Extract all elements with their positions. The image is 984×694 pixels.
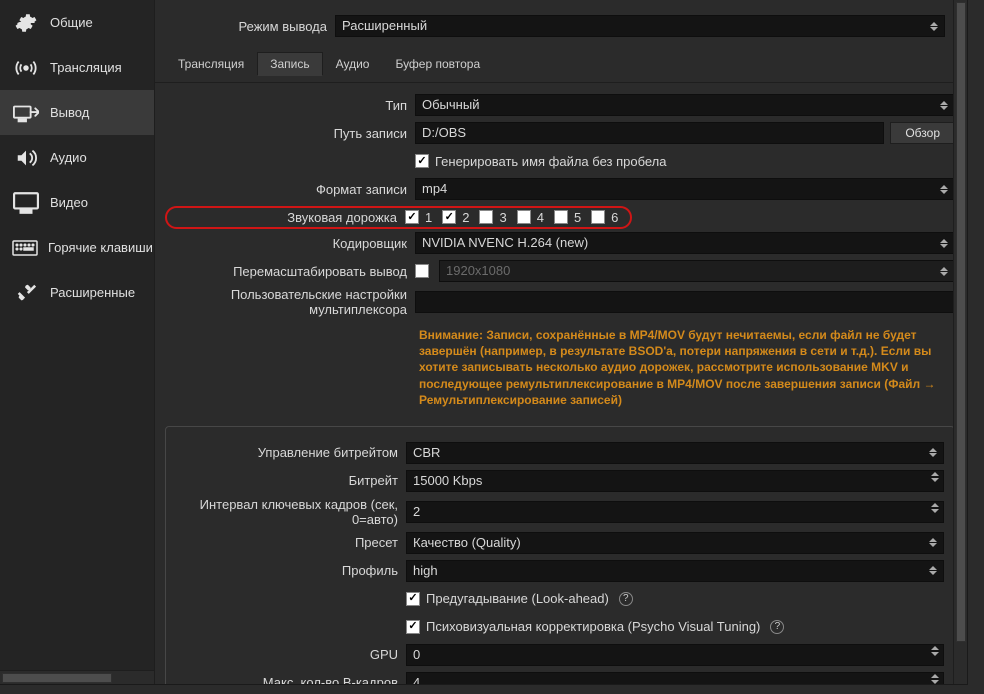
preset-select[interactable]: Качество (Quality) — [406, 532, 944, 554]
output-mode-select[interactable]: Расширенный — [335, 15, 945, 37]
stepper-buttons[interactable] — [929, 645, 941, 665]
recording-path-input[interactable]: D:/OBS — [415, 122, 884, 144]
broadcast-icon — [12, 56, 40, 80]
recording-format-warning: Внимание: Записи, сохранённые в MP4/MOV … — [415, 321, 955, 416]
chevron-updown-icon — [940, 98, 950, 112]
encoder-label: Кодировщик — [165, 236, 415, 251]
encoder-settings-group: Управление битрейтом CBR Битрейт 15000 K… — [165, 426, 955, 684]
chevron-updown-icon — [929, 536, 939, 550]
help-icon[interactable]: ? — [770, 620, 784, 634]
stepper-buttons[interactable] — [929, 471, 941, 491]
preset-label: Пресет — [176, 535, 406, 550]
profile-label: Профиль — [176, 563, 406, 578]
sidebar-item-label: Видео — [50, 195, 88, 210]
audio-tracks-highlight: Звуковая дорожка 1 2 3 4 5 6 — [165, 206, 632, 229]
sidebar-item-advanced[interactable]: Расширенные — [0, 270, 154, 315]
sidebar-item-label: Трансляция — [50, 60, 122, 75]
sidebar-item-stream[interactable]: Трансляция — [0, 45, 154, 90]
gen-filename-no-space-checkbox[interactable] — [415, 154, 429, 168]
recording-path-label: Путь записи — [165, 126, 415, 141]
speaker-icon — [12, 146, 40, 170]
rescale-output-checkbox[interactable] — [415, 264, 429, 278]
audio-track-2-checkbox[interactable] — [442, 210, 456, 224]
audio-track-1-checkbox[interactable] — [405, 210, 419, 224]
audio-track-4-checkbox[interactable] — [517, 210, 531, 224]
profile-select[interactable]: high — [406, 560, 944, 582]
encoder-select[interactable]: NVIDIA NVENC H.264 (new) — [415, 232, 955, 254]
main-panel: Режим вывода Расширенный Трансляция Запи… — [155, 0, 967, 684]
tab-replay[interactable]: Буфер повтора — [382, 52, 493, 76]
sidebar-item-label: Аудио — [50, 150, 87, 165]
audio-track-label: Звуковая дорожка — [167, 210, 405, 225]
sidebar-item-label: Расширенные — [50, 285, 135, 300]
bitrate-stepper[interactable]: 15000 Kbps — [406, 470, 944, 492]
chevron-updown-icon — [929, 446, 939, 460]
bitrate-label: Битрейт — [176, 473, 406, 488]
rate-control-select[interactable]: CBR — [406, 442, 944, 464]
bframes-label: Макс. кол-во B-кадров — [176, 675, 406, 684]
keyint-label: Интервал ключевых кадров (сек, 0=авто) — [176, 497, 406, 527]
gpu-stepper[interactable]: 0 — [406, 644, 944, 666]
lookahead-label: Предугадывание (Look-ahead) — [426, 591, 609, 606]
sidebar-item-label: Вывод — [50, 105, 89, 120]
sidebar-item-label: Общие — [50, 15, 93, 30]
audio-track-3-checkbox[interactable] — [479, 210, 493, 224]
gen-filename-no-space-label: Генерировать имя файла без пробела — [435, 154, 667, 169]
output-icon — [12, 101, 40, 125]
sidebar-item-label: Горячие клавиши — [48, 240, 153, 255]
help-icon[interactable]: ? — [619, 592, 633, 606]
settings-sidebar: Общие Трансляция Вывод Аудио Видео Горяч… — [0, 0, 155, 684]
keyboard-icon — [12, 236, 38, 260]
audio-track-group: 1 2 3 4 5 6 — [405, 210, 618, 225]
lookahead-checkbox[interactable] — [406, 592, 420, 606]
psycho-visual-checkbox[interactable] — [406, 620, 420, 634]
rescale-output-select: 1920x1080 — [439, 260, 955, 282]
muxer-settings-label: Пользовательские настройки мультиплексор… — [165, 287, 415, 317]
sidebar-item-output[interactable]: Вывод — [0, 90, 154, 135]
audio-track-5-checkbox[interactable] — [554, 210, 568, 224]
main-vertical-scrollbar[interactable] — [953, 0, 967, 684]
tab-record[interactable]: Запись — [257, 52, 322, 76]
tab-stream[interactable]: Трансляция — [165, 52, 257, 76]
sidebar-item-video[interactable]: Видео — [0, 180, 154, 225]
gpu-label: GPU — [176, 647, 406, 662]
gear-icon — [12, 11, 40, 35]
sidebar-item-hotkeys[interactable]: Горячие клавиши — [0, 225, 154, 270]
audio-track-6-checkbox[interactable] — [591, 210, 605, 224]
rescale-output-label: Перемасштабировать вывод — [165, 264, 415, 279]
tab-audio[interactable]: Аудио — [323, 52, 383, 76]
stepper-buttons[interactable] — [929, 673, 941, 684]
chevron-updown-icon — [940, 264, 950, 278]
sidebar-item-audio[interactable]: Аудио — [0, 135, 154, 180]
recording-format-label: Формат записи — [165, 182, 415, 197]
chevron-updown-icon — [940, 182, 950, 196]
sidebar-horizontal-scrollbar[interactable] — [0, 670, 154, 684]
recording-type-label: Тип — [165, 98, 415, 113]
browse-button[interactable]: Обзор — [890, 122, 955, 144]
chevron-updown-icon — [929, 564, 939, 578]
recording-type-select[interactable]: Обычный — [415, 94, 955, 116]
chevron-updown-icon — [940, 236, 950, 250]
keyint-stepper[interactable]: 2 — [406, 501, 944, 523]
monitor-icon — [12, 191, 40, 215]
muxer-settings-input[interactable] — [415, 291, 955, 313]
stepper-buttons[interactable] — [929, 502, 941, 522]
psycho-visual-label: Психовизуальная корректировка (Psycho Vi… — [426, 619, 760, 634]
sidebar-item-general[interactable]: Общие — [0, 0, 154, 45]
bframes-stepper[interactable]: 4 — [406, 672, 944, 684]
tools-icon — [12, 281, 40, 305]
rate-control-label: Управление битрейтом — [176, 445, 406, 460]
recording-format-select[interactable]: mp4 — [415, 178, 955, 200]
output-mode-label: Режим вывода — [165, 19, 335, 34]
chevron-updown-icon — [930, 19, 940, 33]
output-tabs: Трансляция Запись Аудио Буфер повтора — [155, 52, 967, 83]
